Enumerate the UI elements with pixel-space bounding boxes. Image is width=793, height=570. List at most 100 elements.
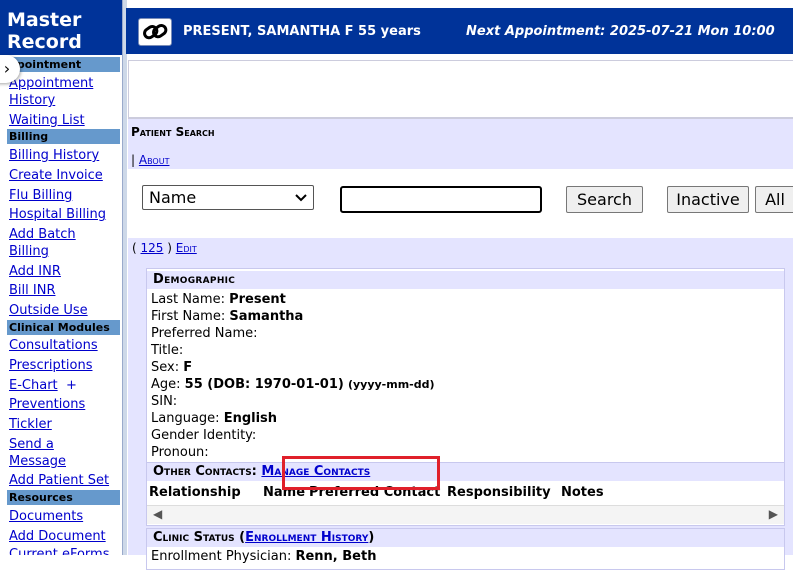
patient-search-title: Patient Search <box>131 125 215 139</box>
last-name-label: Last Name: <box>151 292 225 307</box>
about-row: | About <box>131 153 169 167</box>
scroll-right-icon[interactable]: ▶ <box>769 507 778 521</box>
sidebar-link-add-batch-billing-2[interactable]: Billing <box>9 243 49 260</box>
sidebar-link-appointment-history-2[interactable]: History <box>9 92 55 109</box>
search-input[interactable] <box>340 186 542 213</box>
last-name-row: Last Name: Present <box>151 291 286 308</box>
record-close-paren: ) <box>167 241 172 255</box>
enrollment-history-link[interactable]: Enrollment History <box>245 530 368 545</box>
demographic-heading: Demographic <box>147 271 784 289</box>
clinic-status-label: Clinic Status <box>153 530 235 545</box>
language-value: English <box>223 411 278 426</box>
search-type-value: Name <box>149 188 197 207</box>
sidebar-link-add-document[interactable]: Add Document <box>9 528 106 545</box>
other-contacts-label: Other Contacts: <box>153 464 257 479</box>
language-row: Language: English <box>151 410 277 427</box>
first-name-value: Samantha <box>229 309 304 324</box>
sidebar: Master Record ppointment Appointment His… <box>0 0 122 555</box>
title-label: Title: <box>151 343 184 358</box>
sidebar-link-preventions[interactable]: Preventions <box>9 396 85 413</box>
sidebar-link-echart[interactable]: E-Chart <box>9 377 58 394</box>
sidebar-divider[interactable] <box>122 0 127 555</box>
col-notes: Notes <box>561 485 604 500</box>
patient-name: PRESENT, SAMANTHA F 55 years <box>183 24 421 39</box>
sidebar-title-line1: Master <box>7 9 82 31</box>
chevron-down-icon <box>295 186 307 217</box>
info-bar <box>128 60 793 118</box>
age-value: 55 (DOB: 1970-01-01) <box>184 377 344 392</box>
clinic-status-close-paren: ) <box>368 530 375 545</box>
dob-format-hint: (yyyy-mm-dd) <box>347 378 435 391</box>
age-row: Age: 55 (DOB: 1970-01-01) (yyyy-mm-dd) <box>151 376 435 393</box>
about-separator: | <box>131 153 136 167</box>
sidebar-link-add-patient-set[interactable]: Add Patient Set <box>9 472 109 489</box>
sidebar-link-tickler[interactable]: Tickler <box>9 416 52 433</box>
age-label: Age: <box>151 377 181 392</box>
first-name-row: First Name: Samantha <box>151 308 303 325</box>
gender-identity-label: Gender Identity: <box>151 428 257 443</box>
search-type-select[interactable]: Name <box>142 185 314 210</box>
sidebar-link-create-invoice[interactable]: Create Invoice <box>9 167 103 184</box>
first-name-label: First Name: <box>151 309 226 324</box>
sidebar-link-current-eforms[interactable]: Current eForms <box>9 546 109 555</box>
pronoun-label: Pronoun: <box>151 445 209 460</box>
manage-contacts-link[interactable]: Manage Contacts <box>261 464 370 479</box>
sidebar-title: Master Record <box>0 0 122 55</box>
sex-value: F <box>183 360 193 375</box>
sex-row: Sex: F <box>151 359 192 376</box>
chevron-right-icon: › <box>3 59 11 78</box>
sidebar-link-consultations[interactable]: Consultations <box>9 337 98 354</box>
sidebar-link-send-message-1[interactable]: Send a <box>9 436 54 453</box>
col-name: Name <box>263 485 306 500</box>
inactive-button[interactable]: Inactive <box>667 186 749 213</box>
next-appointment: Next Appointment: 2025-07-21 Mon 10:00 <box>466 24 775 39</box>
record-id-link[interactable]: 125 <box>141 241 164 255</box>
patient-search-panel: Patient Search | About Name Search Inact… <box>128 118 793 233</box>
sidebar-link-waiting-list[interactable]: Waiting List <box>9 112 85 129</box>
sidebar-link-billing-history[interactable]: Billing History <box>9 147 99 164</box>
record-area: Demographic Last Name: Present First Nam… <box>128 258 793 570</box>
sidebar-link-outside-use[interactable]: Outside Use <box>9 302 88 319</box>
sidebar-link-documents[interactable]: Documents <box>9 508 83 525</box>
horizontal-scrollbar[interactable]: ◀ ▶ <box>147 505 784 524</box>
other-contacts-section: Other Contacts: Manage Contacts Relation… <box>146 462 785 526</box>
enrollment-physician-value: Renn, Beth <box>295 549 377 564</box>
scroll-left-icon[interactable]: ◀ <box>153 507 162 521</box>
language-label: Language: <box>151 411 220 426</box>
edit-link[interactable]: Edit <box>176 241 197 255</box>
link-chain-icon[interactable] <box>138 18 172 46</box>
enrollment-physician-label: Enrollment Physician: <box>151 549 292 564</box>
sidebar-link-prescriptions[interactable]: Prescriptions <box>9 357 92 374</box>
enrollment-physician-row: Enrollment Physician: Renn, Beth <box>151 549 376 564</box>
sidebar-title-line2: Record <box>7 31 82 53</box>
clinic-status-section: Clinic Status (Enrollment History) Enrol… <box>146 528 785 570</box>
record-bar: ( 125 ) Edit <box>128 238 793 258</box>
record-open-paren: ( <box>132 241 137 255</box>
sex-label: Sex: <box>151 360 180 375</box>
section-billing: Billing <box>7 129 120 144</box>
section-appointment: ppointment <box>7 57 120 72</box>
sidebar-link-echart-plus[interactable]: + <box>66 377 77 394</box>
about-link[interactable]: About <box>139 153 170 167</box>
last-name-value: Present <box>229 292 286 307</box>
search-button[interactable]: Search <box>566 186 643 213</box>
sidebar-link-bill-inr[interactable]: Bill INR <box>9 282 55 299</box>
col-relationship: Relationship <box>149 485 241 500</box>
sidebar-link-send-message-2[interactable]: Message <box>9 453 66 470</box>
sidebar-link-add-inr[interactable]: Add INR <box>9 263 61 280</box>
section-clinical-modules: Clinical Modules <box>7 320 120 335</box>
other-contacts-heading: Other Contacts: Manage Contacts <box>147 463 784 481</box>
sidebar-link-appointment-history-1[interactable]: Appointment <box>9 75 93 92</box>
sin-label: SIN: <box>151 394 178 409</box>
section-resources: Resources <box>7 490 120 505</box>
col-preferred-contact: Preferred Contact <box>309 485 441 500</box>
demographic-section: Demographic Last Name: Present First Nam… <box>146 268 785 470</box>
all-button[interactable]: All <box>755 186 793 213</box>
preferred-name-label: Preferred Name: <box>151 326 258 341</box>
col-responsibility: Responsibility <box>447 485 551 500</box>
sidebar-link-hospital-billing[interactable]: Hospital Billing <box>9 206 106 223</box>
clinic-status-heading: Clinic Status (Enrollment History) <box>147 529 784 547</box>
sidebar-link-flu-billing[interactable]: Flu Billing <box>9 187 72 204</box>
search-controls: Name Search Inactive All <box>128 169 793 233</box>
sidebar-link-add-batch-billing-1[interactable]: Add Batch <box>9 226 76 243</box>
